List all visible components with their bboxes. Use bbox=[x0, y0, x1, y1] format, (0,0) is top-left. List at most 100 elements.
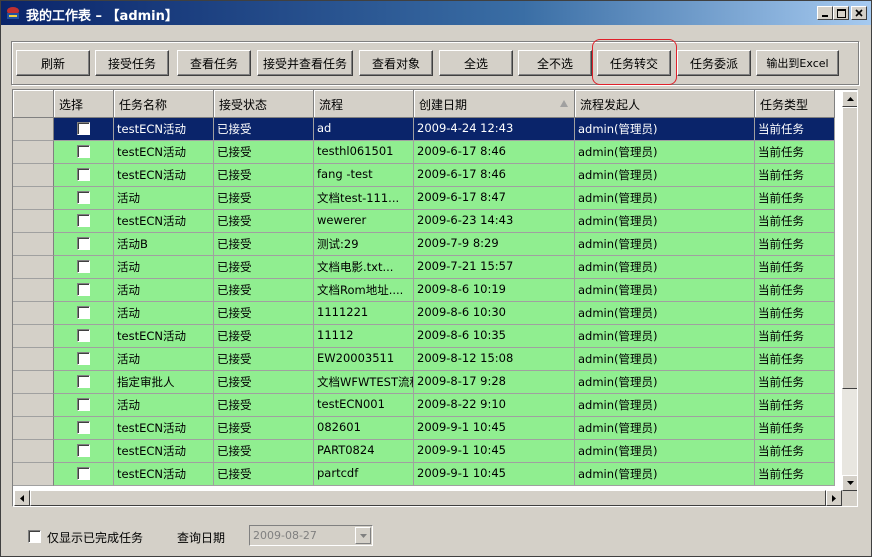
row-select-checkbox[interactable] bbox=[77, 306, 90, 319]
row-header[interactable] bbox=[13, 164, 54, 187]
table-row[interactable]: 活动 已接受 1111221 2009-8-6 10:30 admin(管理员) 当前任务 bbox=[13, 302, 835, 325]
task-type-cell[interactable]: 当前任务 bbox=[755, 210, 835, 233]
accept-status-cell[interactable]: 已接受 bbox=[214, 187, 314, 210]
create-date-cell[interactable]: 2009-7-21 15:57 bbox=[414, 256, 575, 279]
view-object-button[interactable]: 查看对象 bbox=[359, 50, 433, 76]
table-row[interactable]: testECN活动 已接受 PART0824 2009-9-1 10:45 admin(… bbox=[13, 440, 835, 463]
table-row[interactable]: testECN活动 已接受 testhl061501 2009-6-17 8:46 ad… bbox=[13, 141, 835, 164]
table-row[interactable]: testECN活动 已接受 partcdf 2009-9-1 10:45 admin(管… bbox=[13, 463, 835, 486]
task-name-cell[interactable]: 活动 bbox=[114, 187, 214, 210]
table-row[interactable]: 活动B 已接受 测试:29 2009-7-9 8:29 admin(管理员) 当前任务 bbox=[13, 233, 835, 256]
row-header[interactable] bbox=[13, 233, 54, 256]
table-row[interactable]: 活动 已接受 文档Rom地址.... 2009-8-6 10:19 admin(管理员)… bbox=[13, 279, 835, 302]
close-icon[interactable] bbox=[851, 6, 867, 20]
task-type-cell[interactable]: 当前任务 bbox=[755, 325, 835, 348]
create-date-cell[interactable]: 2009-6-17 8:47 bbox=[414, 187, 575, 210]
row-header[interactable] bbox=[13, 394, 54, 417]
row-select-checkbox[interactable] bbox=[77, 260, 90, 273]
initiator-cell[interactable]: admin(管理员) bbox=[575, 371, 755, 394]
task-type-cell[interactable]: 当前任务 bbox=[755, 233, 835, 256]
row-select-checkbox[interactable] bbox=[77, 237, 90, 250]
column-header-task-type[interactable]: 任务类型 bbox=[755, 90, 835, 118]
create-date-cell[interactable]: 2009-8-6 10:19 bbox=[414, 279, 575, 302]
initiator-cell[interactable]: admin(管理员) bbox=[575, 279, 755, 302]
accept-status-cell[interactable]: 已接受 bbox=[214, 141, 314, 164]
row-header[interactable] bbox=[13, 325, 54, 348]
task-type-cell[interactable]: 当前任务 bbox=[755, 463, 835, 486]
task-name-cell[interactable]: 活动 bbox=[114, 279, 214, 302]
task-name-cell[interactable]: testECN活动 bbox=[114, 417, 214, 440]
task-name-cell[interactable]: testECN活动 bbox=[114, 325, 214, 348]
create-date-cell[interactable]: 2009-4-24 12:43 bbox=[414, 118, 575, 141]
task-type-cell[interactable]: 当前任务 bbox=[755, 371, 835, 394]
task-name-cell[interactable]: 活动 bbox=[114, 348, 214, 371]
delegate-task-button[interactable]: 任务委派 bbox=[677, 50, 751, 76]
create-date-cell[interactable]: 2009-8-12 15:08 bbox=[414, 348, 575, 371]
query-date-picker[interactable]: 2009-08-27 bbox=[249, 525, 373, 546]
row-header[interactable] bbox=[13, 348, 54, 371]
row-select-checkbox[interactable] bbox=[77, 329, 90, 342]
row-header[interactable] bbox=[13, 210, 54, 233]
initiator-cell[interactable]: admin(管理员) bbox=[575, 141, 755, 164]
task-name-cell[interactable]: testECN活动 bbox=[114, 210, 214, 233]
column-header-accept-status[interactable]: 接受状态 bbox=[214, 90, 314, 118]
row-header[interactable] bbox=[13, 371, 54, 394]
column-header-create-date[interactable]: 创建日期 bbox=[414, 90, 575, 118]
accept-status-cell[interactable]: 已接受 bbox=[214, 164, 314, 187]
table-row[interactable]: 活动 已接受 testECN001 2009-8-22 9:10 admin(管理员) 当… bbox=[13, 394, 835, 417]
initiator-cell[interactable]: admin(管理员) bbox=[575, 233, 755, 256]
table-row[interactable]: 活动 已接受 EW20003511 2009-8-12 15:08 admin(管理员)… bbox=[13, 348, 835, 371]
initiator-cell[interactable]: admin(管理员) bbox=[575, 256, 755, 279]
accept-status-cell[interactable]: 已接受 bbox=[214, 325, 314, 348]
initiator-cell[interactable]: admin(管理员) bbox=[575, 463, 755, 486]
table-row[interactable]: testECN活动 已接受 082601 2009-9-1 10:45 admin(管理… bbox=[13, 417, 835, 440]
process-cell[interactable]: 082601 bbox=[314, 417, 414, 440]
process-cell[interactable]: wewerer bbox=[314, 210, 414, 233]
accept-status-cell[interactable]: 已接受 bbox=[214, 118, 314, 141]
create-date-cell[interactable]: 2009-7-9 8:29 bbox=[414, 233, 575, 256]
task-name-cell[interactable]: testECN活动 bbox=[114, 164, 214, 187]
row-select-checkbox[interactable] bbox=[77, 421, 90, 434]
task-name-cell[interactable]: 活动B bbox=[114, 233, 214, 256]
process-cell[interactable]: 11112 bbox=[314, 325, 414, 348]
accept-status-cell[interactable]: 已接受 bbox=[214, 348, 314, 371]
initiator-cell[interactable]: admin(管理员) bbox=[575, 118, 755, 141]
row-header[interactable] bbox=[13, 187, 54, 210]
maximize-icon[interactable] bbox=[833, 6, 849, 20]
create-date-cell[interactable]: 2009-6-17 8:46 bbox=[414, 164, 575, 187]
task-type-cell[interactable]: 当前任务 bbox=[755, 187, 835, 210]
column-header-initiator[interactable]: 流程发起人 bbox=[575, 90, 755, 118]
accept-and-view-task-button[interactable]: 接受并查看任务 bbox=[257, 50, 353, 76]
task-type-cell[interactable]: 当前任务 bbox=[755, 348, 835, 371]
task-name-cell[interactable]: 活动 bbox=[114, 302, 214, 325]
row-select-checkbox[interactable] bbox=[77, 191, 90, 204]
refresh-button[interactable]: 刷新 bbox=[16, 50, 90, 76]
view-task-button[interactable]: 查看任务 bbox=[177, 50, 251, 76]
process-cell[interactable]: fang -test bbox=[314, 164, 414, 187]
process-cell[interactable]: 文档电影.txt... bbox=[314, 256, 414, 279]
initiator-cell[interactable]: admin(管理员) bbox=[575, 164, 755, 187]
process-cell[interactable]: testECN001 bbox=[314, 394, 414, 417]
process-cell[interactable]: 1111221 bbox=[314, 302, 414, 325]
task-type-cell[interactable]: 当前任务 bbox=[755, 440, 835, 463]
vertical-scroll-thumb[interactable] bbox=[842, 107, 857, 389]
dropdown-arrow-icon[interactable] bbox=[355, 527, 371, 544]
accept-task-button[interactable]: 接受任务 bbox=[95, 50, 169, 76]
table-row[interactable]: testECN活动 已接受 ad 2009-4-24 12:43 admin(管理员) 当… bbox=[13, 118, 835, 141]
row-header[interactable] bbox=[13, 417, 54, 440]
accept-status-cell[interactable]: 已接受 bbox=[214, 210, 314, 233]
process-cell[interactable]: 文档WFWTEST流程 bbox=[314, 371, 414, 394]
task-type-cell[interactable]: 当前任务 bbox=[755, 118, 835, 141]
initiator-cell[interactable]: admin(管理员) bbox=[575, 348, 755, 371]
accept-status-cell[interactable]: 已接受 bbox=[214, 233, 314, 256]
accept-status-cell[interactable]: 已接受 bbox=[214, 302, 314, 325]
task-type-cell[interactable]: 当前任务 bbox=[755, 164, 835, 187]
row-header[interactable] bbox=[13, 440, 54, 463]
title-bar[interactable]: 我的工作表 – 【admin】 bbox=[1, 1, 871, 25]
task-type-cell[interactable]: 当前任务 bbox=[755, 394, 835, 417]
task-type-cell[interactable]: 当前任务 bbox=[755, 256, 835, 279]
row-select-checkbox[interactable] bbox=[77, 214, 90, 227]
process-cell[interactable]: ad bbox=[314, 118, 414, 141]
select-all-button[interactable]: 全选 bbox=[439, 50, 513, 76]
row-header[interactable] bbox=[13, 463, 54, 486]
